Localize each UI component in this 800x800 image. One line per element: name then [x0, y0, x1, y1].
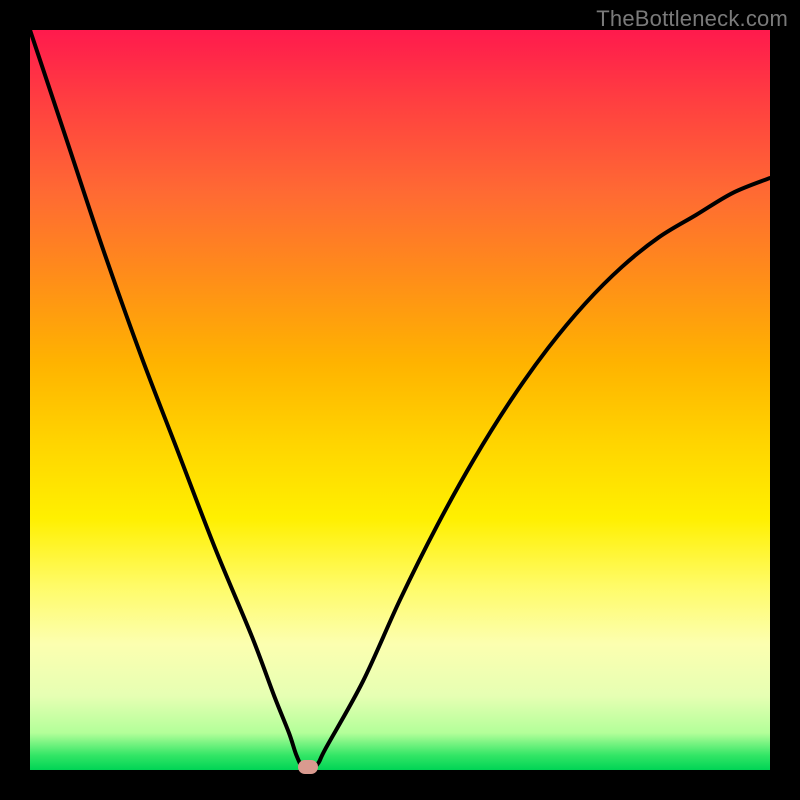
minimum-marker	[298, 760, 318, 774]
bottleneck-curve	[30, 30, 770, 770]
chart-frame: TheBottleneck.com	[0, 0, 800, 800]
watermark-label: TheBottleneck.com	[596, 6, 788, 32]
plot-area	[30, 30, 770, 770]
